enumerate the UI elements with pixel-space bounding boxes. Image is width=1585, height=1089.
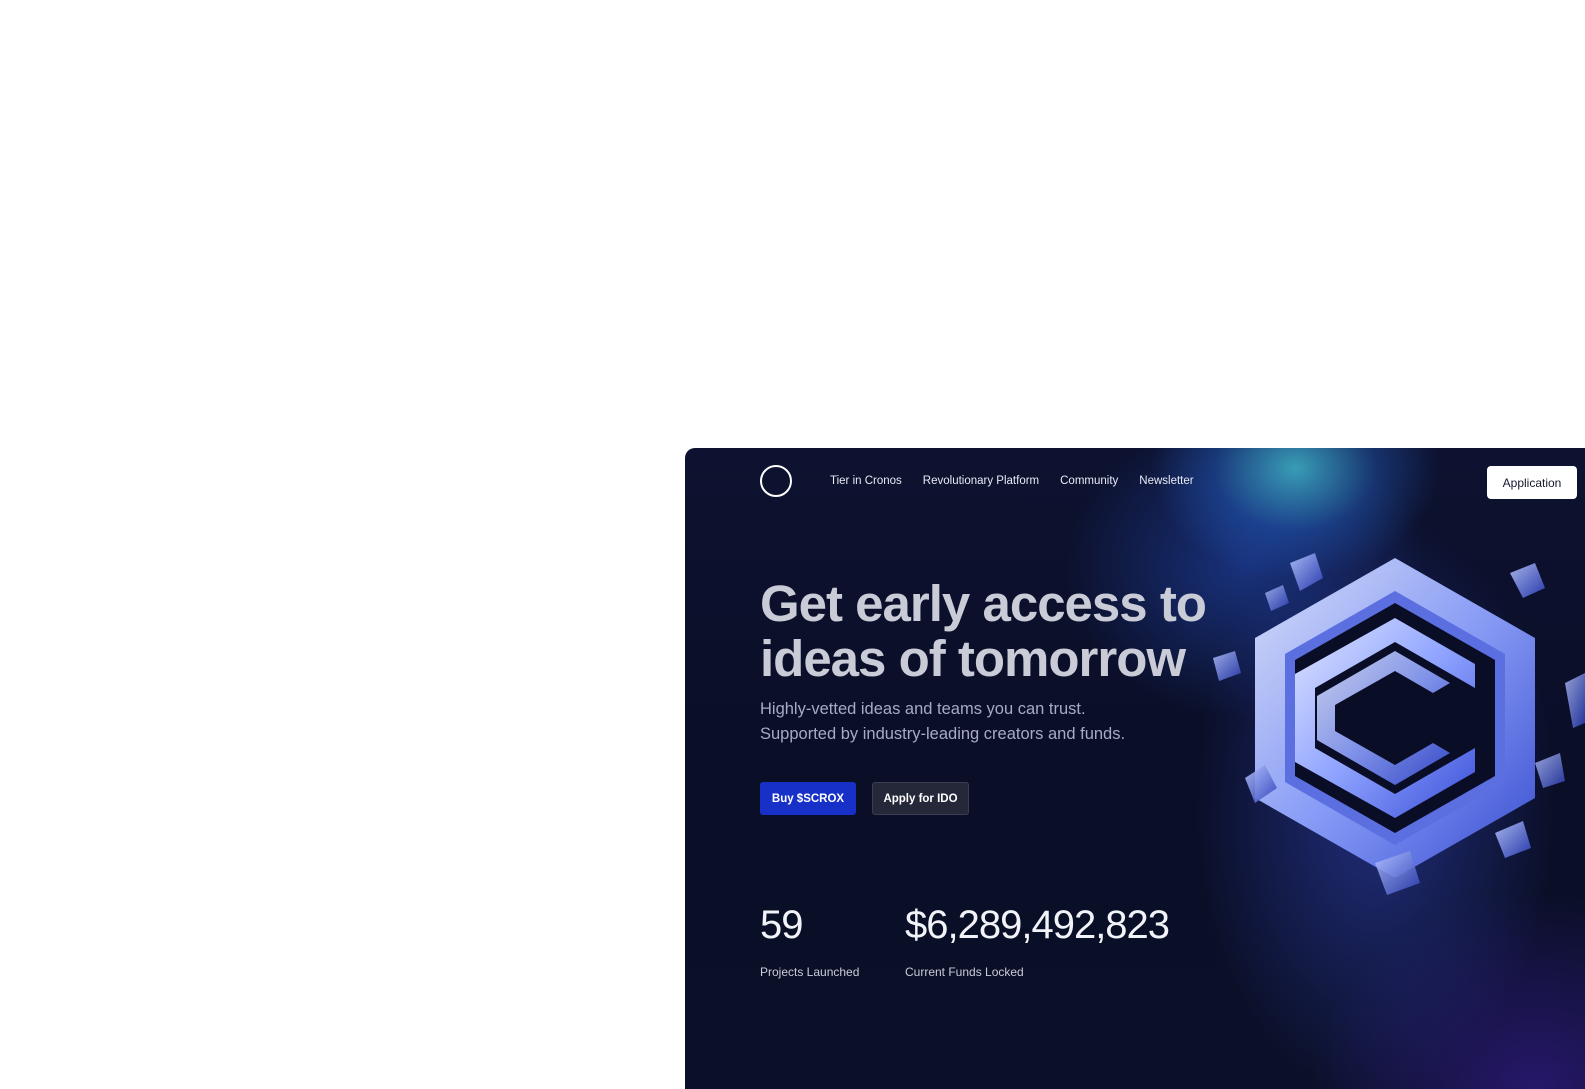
apply-for-ido-button[interactable]: Apply for IDO xyxy=(872,782,969,815)
application-button[interactable]: Application xyxy=(1487,466,1577,499)
stat-funds-locked-label: Current Funds Locked xyxy=(905,965,1024,979)
nav-link-newsletter[interactable]: Newsletter xyxy=(1139,475,1193,487)
nav-link-community[interactable]: Community xyxy=(1060,475,1118,487)
circle-logo-icon[interactable] xyxy=(760,465,792,497)
hero-subtitle: Highly-vetted ideas and teams you can tr… xyxy=(760,697,1210,747)
browser-window: Tier in Cronos Revolutionary Platform Co… xyxy=(685,448,1585,1089)
stat-projects-launched-value: 59 xyxy=(760,903,803,947)
subtitle-line-2: Supported by industry-leading creators a… xyxy=(760,725,1126,743)
nav-link-tier-in-cronos[interactable]: Tier in Cronos xyxy=(830,475,902,487)
top-navigation: Tier in Cronos Revolutionary Platform Co… xyxy=(685,448,1585,516)
nav-links: Tier in Cronos Revolutionary Platform Co… xyxy=(830,475,1194,487)
stat-funds-locked-value: $6,289,492,823 xyxy=(905,903,1170,947)
hexagon-c-emblem-icon xyxy=(1213,553,1585,895)
nav-link-revolutionary-platform[interactable]: Revolutionary Platform xyxy=(923,475,1039,487)
subtitle-line-1: Highly-vetted ideas and teams you can tr… xyxy=(760,700,1086,718)
buy-scrox-button[interactable]: Buy $SCROX xyxy=(760,782,856,815)
headline-line-2: ideas of tomorrow xyxy=(760,630,1186,687)
stat-projects-launched-label: Projects Launched xyxy=(760,965,860,979)
headline-line-1: Get early access to xyxy=(760,575,1207,632)
hero-headline: Get early access to ideas of tomorrow xyxy=(760,576,1280,686)
